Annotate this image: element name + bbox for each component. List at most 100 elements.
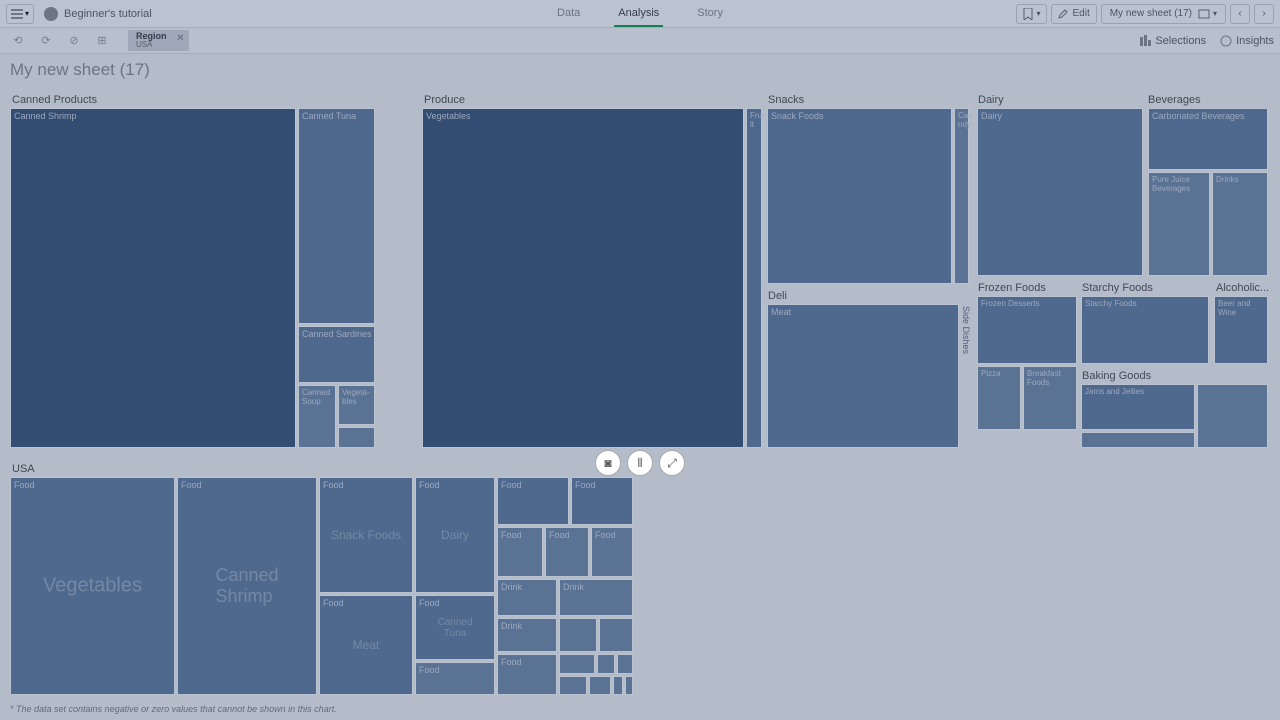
sel-tool-1[interactable]: ⟲ <box>6 31 30 51</box>
group-canned: Canned Products <box>12 94 97 106</box>
app-icon <box>44 7 58 21</box>
group-beverages: Beverages <box>1148 94 1201 106</box>
cell-canned-other[interactable] <box>338 427 375 448</box>
usa-small-7[interactable] <box>589 676 611 695</box>
cell-beer-wine[interactable]: Beer and Wine <box>1214 296 1268 364</box>
bookmark-icon <box>1023 8 1033 20</box>
cell-pure-juice[interactable]: Pure Juice Beverages <box>1148 172 1210 276</box>
cell-frozen-desserts[interactable]: Frozen Desserts <box>977 296 1077 364</box>
selections-icon <box>1139 35 1151 47</box>
usa-food-f[interactable]: Food <box>591 527 633 577</box>
topbar-right: ▾ Edit My new sheet (17) ▾ ‹ › <box>1016 4 1274 24</box>
insights-tool[interactable]: Insights <box>1220 35 1274 47</box>
selections-tool[interactable]: Selections <box>1139 35 1206 47</box>
chevron-down-icon: ▾ <box>25 9 29 18</box>
usa-small-2[interactable] <box>599 618 633 652</box>
usa-small-3[interactable] <box>559 654 595 674</box>
tab-data[interactable]: Data <box>553 1 584 27</box>
tab-story[interactable]: Story <box>693 1 727 27</box>
group-alcoholic: Alcoholic... <box>1216 282 1269 294</box>
usa-tuna[interactable]: FoodCanned Tuna <box>415 595 495 660</box>
next-sheet-button[interactable]: › <box>1254 4 1274 24</box>
footnote: * The data set contains negative or zero… <box>10 704 337 714</box>
cell-jams[interactable]: Jams and Jellies <box>1081 384 1195 430</box>
usa-food-e[interactable]: Food <box>545 527 589 577</box>
cell-breakfast[interactable]: Breakfast Foods <box>1023 366 1077 430</box>
cell-canned-shrimp[interactable]: Canned Shrimp <box>10 108 296 448</box>
cell-baking-3[interactable] <box>1197 384 1268 448</box>
edit-button[interactable]: Edit <box>1051 4 1096 24</box>
usa-small-5[interactable] <box>617 654 633 674</box>
cell-canned-tuna[interactable]: Canned Tuna <box>298 108 375 324</box>
cell-candy[interactable]: Ca-ndy <box>954 108 969 284</box>
group-frozen: Frozen Foods <box>978 282 1046 294</box>
group-starchy: Starchy Foods <box>1082 282 1153 294</box>
chart-toolbar: ◙ ⦀ ⤢ <box>595 450 685 476</box>
usa-small-1[interactable] <box>559 618 597 652</box>
cell-vegetables[interactable]: Vegetables <box>422 108 744 448</box>
sel-tool-3[interactable]: ⊘ <box>62 31 86 51</box>
cell-drinks[interactable]: Drinks <box>1212 172 1268 276</box>
cell-side-dishes[interactable]: Side Dishes <box>961 306 971 354</box>
sheet-title: My new sheet (17) <box>0 54 1280 84</box>
cell-dairy[interactable]: Dairy <box>977 108 1143 276</box>
expand-icon: ⤢ <box>667 456 677 471</box>
snapshot-button[interactable]: ◙ <box>595 450 621 476</box>
hamburger-icon <box>11 9 23 19</box>
usa-small-6[interactable] <box>559 676 587 695</box>
topbar: ▾ Beginner's tutorial Data Analysis Stor… <box>0 0 1280 28</box>
group-dairy: Dairy <box>978 94 1004 106</box>
explore-button[interactable]: ⦀ <box>627 450 653 476</box>
cell-meat[interactable]: Meat <box>767 304 959 448</box>
usa-drink-a[interactable]: Drink <box>497 579 557 616</box>
fullscreen-button[interactable]: ⤢ <box>659 450 685 476</box>
usa-small-8[interactable] <box>613 676 623 695</box>
menu-icon: ⦀ <box>637 456 642 471</box>
usa-food-b[interactable]: Food <box>497 477 569 525</box>
cell-baking-2[interactable] <box>1081 432 1195 448</box>
top-tabs: Data Analysis Story <box>553 1 727 27</box>
insights-icon <box>1220 35 1232 47</box>
usa-food-a[interactable]: Food <box>415 662 495 695</box>
chevron-down-icon: ▾ <box>1213 9 1217 18</box>
sel-tool-2[interactable]: ⟳ <box>34 31 58 51</box>
tab-analysis[interactable]: Analysis <box>614 1 663 27</box>
usa-food-d[interactable]: Food <box>497 527 543 577</box>
chevron-down-icon: ▾ <box>1036 9 1040 18</box>
usa-snack[interactable]: FoodSnack Foods <box>319 477 413 593</box>
menu-button[interactable]: ▾ <box>6 4 34 24</box>
prev-sheet-button[interactable]: ‹ <box>1230 4 1250 24</box>
sel-tool-4[interactable]: ⊞ <box>90 31 114 51</box>
cell-vegeta[interactable]: Vegeta-bles <box>338 385 375 425</box>
usa-food-c[interactable]: Food <box>571 477 633 525</box>
pencil-icon <box>1058 9 1068 19</box>
cell-carbonated[interactable]: Carbonated Beverages <box>1148 108 1268 170</box>
chevron-left-icon: ‹ <box>1238 8 1241 19</box>
cell-snack-foods[interactable]: Snack Foods <box>767 108 952 284</box>
usa-meat[interactable]: FoodMeat <box>319 595 413 695</box>
usa-drink-c[interactable]: Drink <box>497 618 557 652</box>
selection-chip-region[interactable]: Region USA ✕ <box>128 30 189 51</box>
sheet-selector[interactable]: My new sheet (17) ▾ <box>1101 4 1226 24</box>
cell-canned-soup[interactable]: Canned Soup <box>298 385 336 448</box>
cell-fruit[interactable]: Fru-it <box>746 108 762 448</box>
sheet-icon <box>1198 9 1210 19</box>
cell-canned-sardines[interactable]: Canned Sardines <box>298 326 375 383</box>
group-deli: Deli <box>768 290 787 302</box>
cell-starchy-foods[interactable]: Starchy Foods <box>1081 296 1209 364</box>
usa-vegetables[interactable]: FoodVegetables <box>10 477 175 695</box>
bookmark-button[interactable]: ▾ <box>1016 4 1047 24</box>
usa-canned-shrimp[interactable]: FoodCanned Shrimp <box>177 477 317 695</box>
usa-food-g[interactable]: Food <box>497 654 557 695</box>
camera-icon: ◙ <box>604 456 611 470</box>
cell-pizza[interactable]: Pizza <box>977 366 1021 430</box>
treemap-canvas: Canned Products Produce Snacks Dairy Bev… <box>10 94 1270 720</box>
usa-small-4[interactable] <box>597 654 615 674</box>
close-icon[interactable]: ✕ <box>176 34 184 44</box>
group-produce: Produce <box>424 94 465 106</box>
usa-dairy[interactable]: FoodDairy <box>415 477 495 593</box>
usa-small-9[interactable] <box>625 676 633 695</box>
selection-bar: ⟲ ⟳ ⊘ ⊞ Region USA ✕ Selections Insights <box>0 28 1280 54</box>
usa-drink-b[interactable]: Drink <box>559 579 633 616</box>
app-title: Beginner's tutorial <box>64 8 152 20</box>
